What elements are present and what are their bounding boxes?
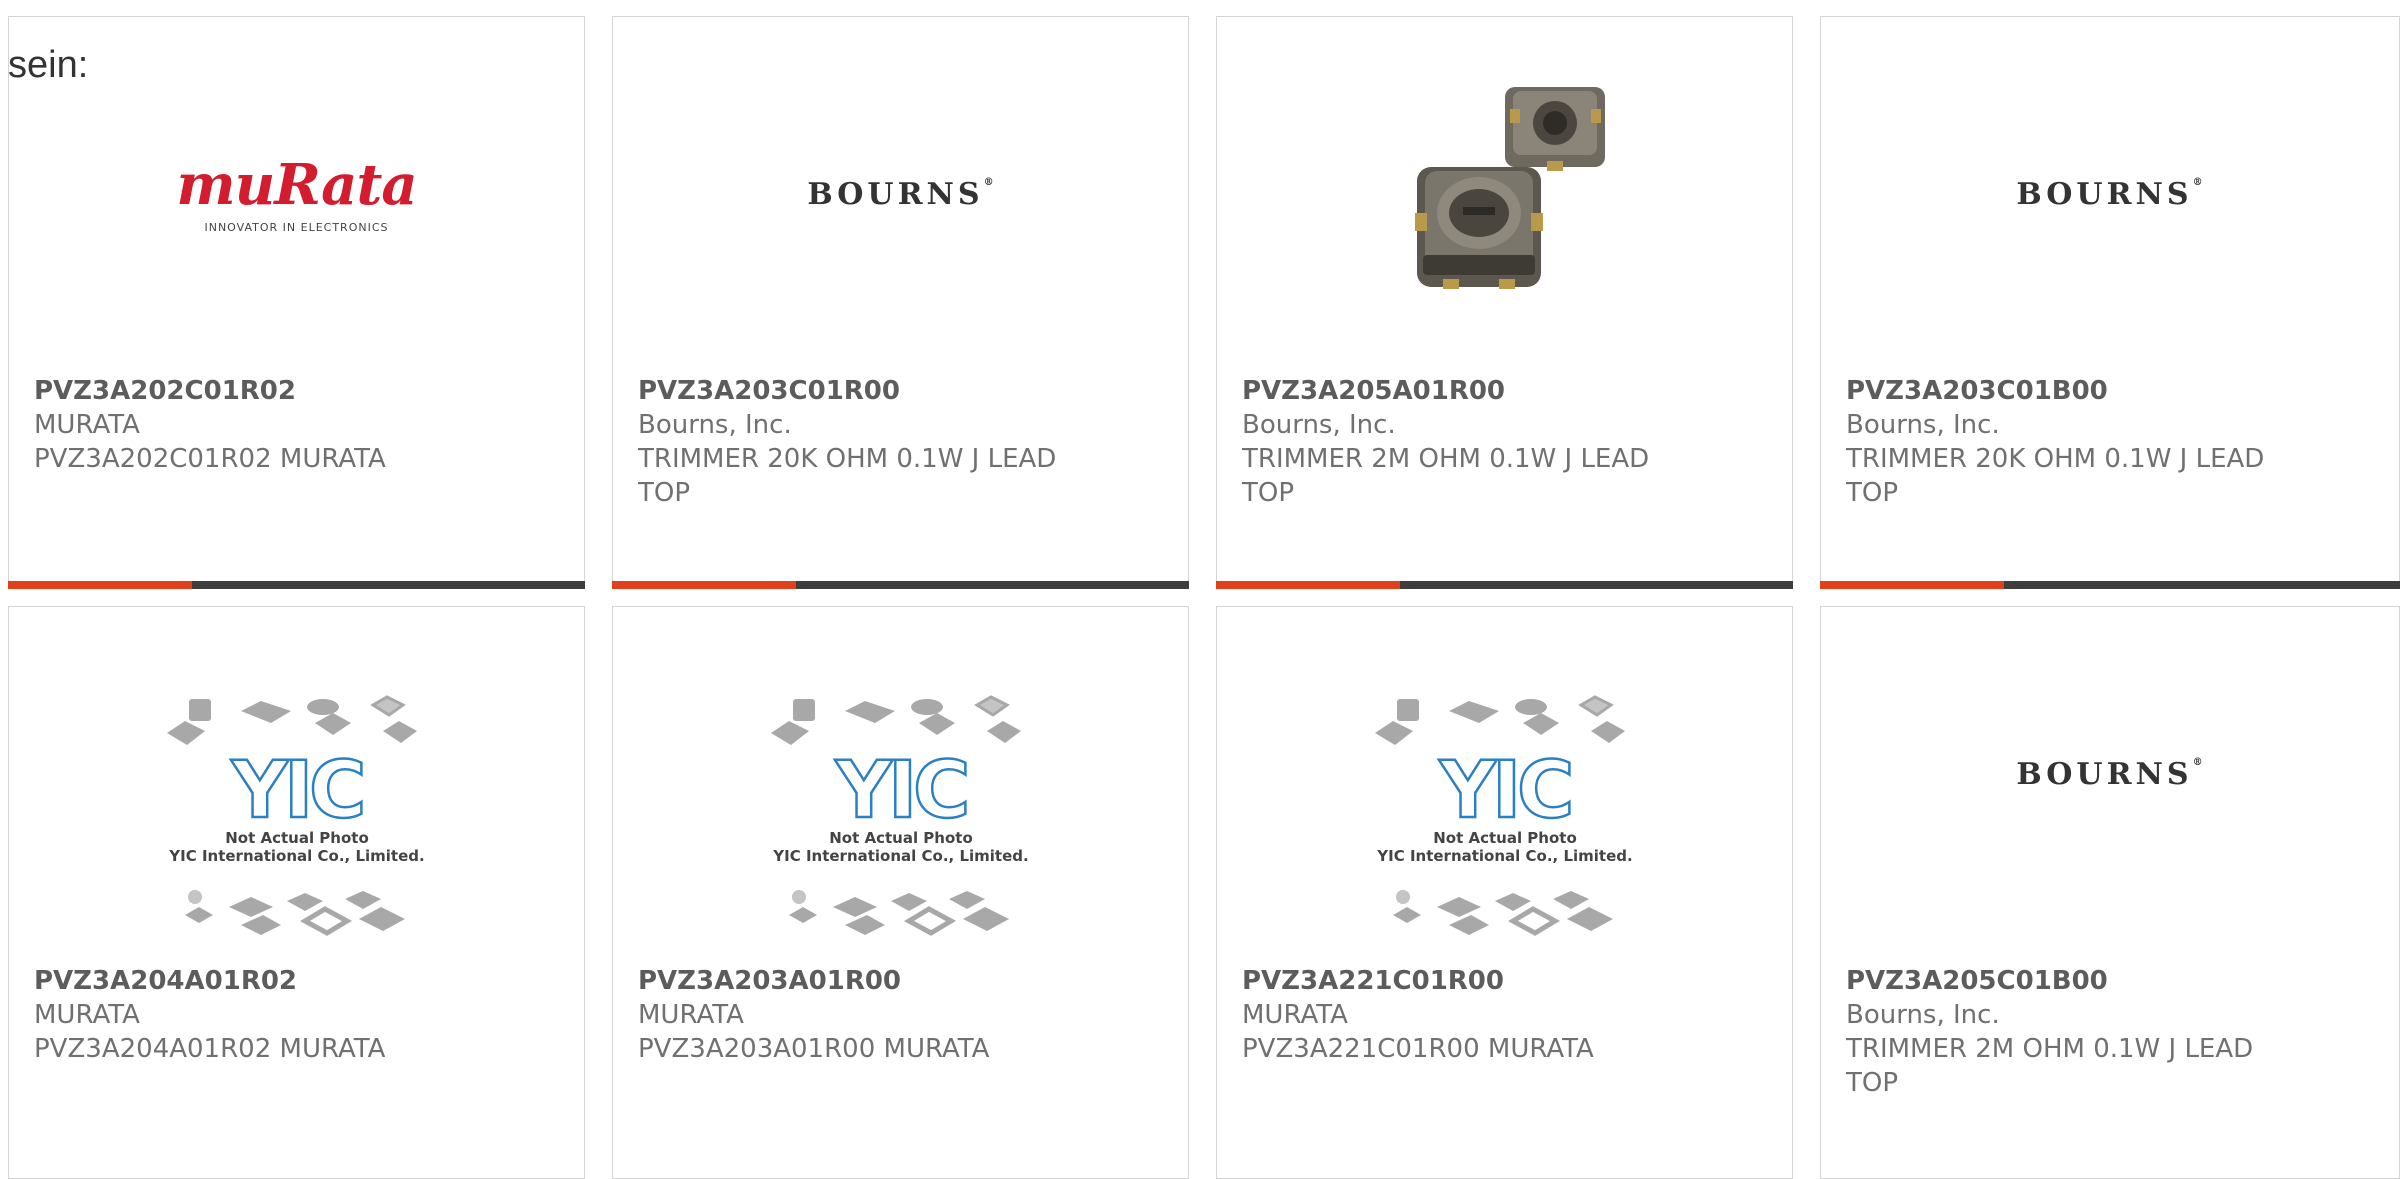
- description: TRIMMER 2M OHM 0.1W J LEAD: [1846, 1034, 2254, 1064]
- manufacturer: Bourns, Inc.: [1846, 410, 2000, 440]
- part-number-link[interactable]: PVZ3A205C01B00: [1846, 964, 2316, 998]
- manufacturer: MURATA: [1242, 1000, 1348, 1030]
- product-card[interactable]: YIC Not Actual Photo YIC International Co.…: [1216, 606, 1793, 1179]
- bourns-logo: BOURNS®: [2016, 177, 2203, 212]
- card-accent-bar: [1820, 581, 2400, 589]
- description: PVZ3A204A01R02 MURATA: [34, 1034, 386, 1064]
- manufacturer: Bourns, Inc.: [638, 410, 792, 440]
- part-number-link[interactable]: PVZ3A205A01R00: [1242, 374, 1712, 408]
- description: PVZ3A202C01R02 MURATA: [34, 444, 386, 474]
- product-card[interactable]: muRata INNOVATOR IN ELECTRONICS PVZ3A202…: [8, 16, 585, 589]
- description: PVZ3A203A01R00 MURATA: [638, 1034, 990, 1064]
- intro-text: sein:: [8, 44, 89, 86]
- product-card[interactable]: YIC Not Actual Photo YIC International Co.…: [612, 606, 1189, 1179]
- description-cont: TOP: [1846, 478, 1899, 508]
- part-number-link[interactable]: PVZ3A202C01R02: [34, 374, 504, 408]
- description-cont: TOP: [1242, 478, 1295, 508]
- svg-text:YIC International Co., Limited: YIC International Co., Limited.: [1376, 847, 1632, 865]
- svg-text:YIC: YIC: [231, 746, 363, 836]
- description: TRIMMER 20K OHM 0.1W J LEAD: [638, 444, 1057, 474]
- svg-text:YIC: YIC: [1439, 746, 1571, 836]
- product-image[interactable]: muRata INNOVATOR IN ELECTRONICS: [9, 17, 584, 347]
- product-card[interactable]: BOURNS® PVZ3A203C01R00 Bourns, Inc. TRIM…: [612, 16, 1189, 589]
- part-number-link[interactable]: PVZ3A204A01R02: [34, 964, 504, 998]
- description: TRIMMER 2M OHM 0.1W J LEAD: [1242, 444, 1650, 474]
- product-image[interactable]: YIC Not Actual Photo YIC International Co.…: [613, 607, 1188, 937]
- svg-text:Not Actual Photo: Not Actual Photo: [1433, 829, 1577, 847]
- description-cont: TOP: [638, 478, 691, 508]
- bourns-logo: BOURNS®: [2016, 757, 2203, 792]
- manufacturer: MURATA: [34, 410, 140, 440]
- product-image[interactable]: BOURNS®: [613, 17, 1188, 347]
- manufacturer: MURATA: [638, 1000, 744, 1030]
- not-actual-photo-placeholder: YIC Not Actual Photo YIC International Co.…: [1217, 607, 1792, 937]
- product-card[interactable]: BOURNS® PVZ3A203C01B00 Bourns, Inc. TRIM…: [1820, 16, 2400, 589]
- product-image[interactable]: [1217, 17, 1792, 347]
- part-number-link[interactable]: PVZ3A203C01R00: [638, 374, 1108, 408]
- product-card[interactable]: BOURNS® PVZ3A205C01B00 Bourns, Inc. TRIM…: [1820, 606, 2400, 1179]
- manufacturer: Bourns, Inc.: [1846, 1000, 2000, 1030]
- manufacturer: MURATA: [34, 1000, 140, 1030]
- description: TRIMMER 20K OHM 0.1W J LEAD: [1846, 444, 2265, 474]
- description: PVZ3A221C01R00 MURATA: [1242, 1034, 1594, 1064]
- product-image[interactable]: BOURNS®: [1821, 17, 2399, 347]
- manufacturer: Bourns, Inc.: [1242, 410, 1396, 440]
- part-number-link[interactable]: PVZ3A203A01R00: [638, 964, 1108, 998]
- product-card[interactable]: YIC Not Actual Photo YIC International Co.…: [8, 606, 585, 1179]
- trimmer-photo-icon: [1415, 87, 1605, 289]
- bourns-logo: BOURNS®: [807, 177, 994, 212]
- not-actual-photo-placeholder: YIC Not Actual Photo YIC International Co.…: [9, 607, 584, 937]
- description-cont: TOP: [1846, 1068, 1899, 1098]
- card-accent-bar: [612, 581, 1189, 589]
- murata-logo: muRata INNOVATOR IN ELECTRONICS: [176, 152, 417, 234]
- svg-text:Not Actual Photo: Not Actual Photo: [829, 829, 973, 847]
- svg-text:YIC: YIC: [835, 746, 967, 836]
- not-actual-photo-placeholder: YIC Not Actual Photo YIC International Co.…: [613, 607, 1188, 937]
- svg-text:YIC International Co., Limited: YIC International Co., Limited.: [772, 847, 1028, 865]
- part-number-link[interactable]: PVZ3A221C01R00: [1242, 964, 1712, 998]
- product-image[interactable]: BOURNS®: [1821, 607, 2399, 937]
- part-number-link[interactable]: PVZ3A203C01B00: [1846, 374, 2316, 408]
- card-accent-bar: [1216, 581, 1793, 589]
- product-image[interactable]: YIC Not Actual Photo YIC International Co.…: [9, 607, 584, 937]
- card-accent-bar: [8, 581, 585, 589]
- product-image[interactable]: YIC Not Actual Photo YIC International Co.…: [1217, 607, 1792, 937]
- product-card[interactable]: PVZ3A205A01R00 Bourns, Inc. TRIMMER 2M O…: [1216, 16, 1793, 589]
- svg-text:YIC International Co., Limited: YIC International Co., Limited.: [168, 847, 424, 865]
- svg-text:Not Actual Photo: Not Actual Photo: [225, 829, 369, 847]
